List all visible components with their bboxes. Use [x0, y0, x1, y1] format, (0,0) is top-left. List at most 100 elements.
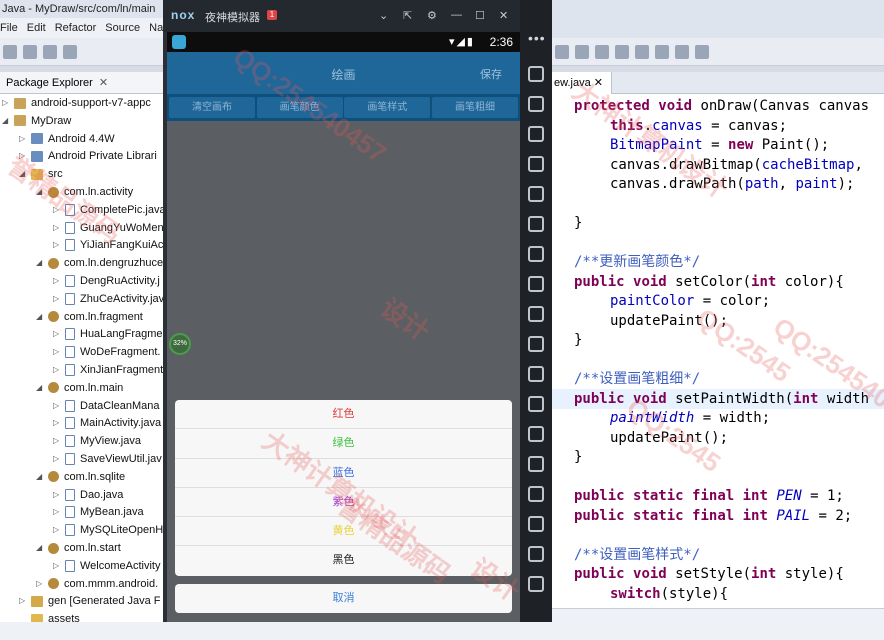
tree-item[interactable]: ▷ DengRuActivity.j: [53, 272, 160, 290]
close-icon[interactable]: ✕: [99, 77, 108, 89]
expand-toggle-icon[interactable]: ▷: [36, 575, 44, 593]
color-option[interactable]: 紫色: [175, 488, 512, 518]
expand-toggle-icon[interactable]: ▷: [19, 592, 27, 610]
expand-toggle-icon[interactable]: ▷: [53, 432, 61, 450]
package-explorer-tab[interactable]: Package Explorer ✕: [0, 72, 170, 94]
tree-item[interactable]: ▷ android-support-v7-appc: [2, 94, 151, 112]
tree-item[interactable]: ◢ com.ln.main: [36, 379, 123, 397]
maximize-icon[interactable]: ☐: [475, 9, 485, 22]
tree-item[interactable]: ▷ DataCleanMana: [53, 397, 160, 415]
close-icon[interactable]: ✕: [594, 77, 603, 89]
tree-item[interactable]: ▷ MySQLiteOpenH: [53, 521, 163, 539]
home-icon[interactable]: [528, 546, 544, 562]
tree-item[interactable]: ◢ MyDraw: [2, 112, 71, 130]
brush-style-button[interactable]: 画笔样式: [344, 97, 431, 118]
screen-icon[interactable]: [528, 66, 544, 82]
toolbox-icon[interactable]: [528, 426, 544, 442]
minimize-icon[interactable]: —: [451, 9, 462, 21]
scissors-icon[interactable]: [528, 126, 544, 142]
menu-item[interactable]: Na: [149, 22, 163, 34]
expand-toggle-icon[interactable]: ▷: [53, 272, 61, 290]
tree-item[interactable]: ▷ MyView.java: [53, 432, 141, 450]
expand-toggle-icon[interactable]: ◢: [36, 379, 44, 397]
camera-icon[interactable]: [528, 396, 544, 412]
expand-toggle-icon[interactable]: ▷: [53, 361, 61, 379]
toolbar-icon[interactable]: [595, 45, 609, 59]
more-icon[interactable]: •••: [528, 30, 546, 46]
volume-up-icon[interactable]: [528, 246, 544, 262]
tree-item[interactable]: ◢ com.ln.activity: [36, 183, 133, 201]
location-icon[interactable]: [528, 156, 544, 172]
tree-item[interactable]: ◢ com.ln.fragment: [36, 308, 143, 326]
expand-toggle-icon[interactable]: ▷: [53, 397, 61, 415]
gear-icon[interactable]: ⚙: [427, 9, 437, 22]
tree-item[interactable]: ▷ GuangYuWoMen: [53, 219, 164, 237]
expand-toggle-icon[interactable]: ◢: [36, 468, 44, 486]
back-icon[interactable]: [528, 516, 544, 532]
tree-item[interactable]: ▷ ZhuCeActivity.jav: [53, 290, 164, 308]
menu-item[interactable]: File: [0, 22, 18, 34]
print-icon[interactable]: [63, 45, 77, 59]
menu-item[interactable]: Edit: [27, 22, 46, 34]
expand-toggle-icon[interactable]: ◢: [36, 539, 44, 557]
expand-toggle-icon[interactable]: ▷: [53, 325, 61, 343]
expand-toggle-icon[interactable]: ▷: [53, 201, 61, 219]
tree-item[interactable]: ▷ XinJianFragment: [53, 361, 163, 379]
apk-icon[interactable]: [528, 306, 544, 322]
save-icon[interactable]: [23, 45, 37, 59]
volume-down-icon[interactable]: [528, 276, 544, 292]
tree-item[interactable]: ◢ com.ln.start: [36, 539, 121, 557]
keyboard-icon[interactable]: [528, 186, 544, 202]
tree-item[interactable]: ▷ Dao.java: [53, 486, 123, 504]
pin-icon[interactable]: ⇱: [403, 9, 412, 22]
tree-item[interactable]: ▷ WelcomeActivity: [53, 557, 160, 575]
close-icon[interactable]: ✕: [499, 9, 508, 22]
tree-item[interactable]: ▷ SaveViewUtil.jav: [53, 450, 162, 468]
robot-icon[interactable]: [528, 96, 544, 112]
tree-item[interactable]: ▷ com.mmm.android.: [36, 575, 158, 593]
color-option[interactable]: 黑色: [175, 546, 512, 575]
toolbar-icon[interactable]: [655, 45, 669, 59]
save-all-icon[interactable]: [43, 45, 57, 59]
expand-toggle-icon[interactable]: ◢: [36, 308, 44, 326]
editor-tab[interactable]: ew.java ✕: [552, 72, 612, 94]
expand-toggle-icon[interactable]: ▷: [53, 503, 61, 521]
toolbar-icon[interactable]: [555, 45, 569, 59]
expand-toggle-icon[interactable]: ▷: [53, 290, 61, 308]
chevron-down-icon[interactable]: ⌄: [379, 9, 388, 22]
new-icon[interactable]: [3, 45, 17, 59]
tree-item[interactable]: ◢ com.ln.sqlite: [36, 468, 125, 486]
expand-toggle-icon[interactable]: ▷: [53, 414, 61, 432]
tree-item[interactable]: ▷ HuaLangFragme: [53, 325, 163, 343]
cancel-button[interactable]: 取消: [175, 584, 512, 613]
expand-toggle-icon[interactable]: ▷: [19, 147, 27, 165]
brush-color-button[interactable]: 画笔颜色: [256, 97, 343, 118]
code-editor[interactable]: protected void onDraw(Canvas canvas this.…: [552, 94, 884, 608]
shake-icon[interactable]: [528, 336, 544, 352]
color-option[interactable]: 红色: [175, 400, 512, 430]
toolbar-icon[interactable]: [635, 45, 649, 59]
color-option[interactable]: 黄色: [175, 517, 512, 547]
tree-item[interactable]: ▷ MainActivity.java: [53, 414, 161, 432]
expand-toggle-icon[interactable]: ▷: [53, 557, 61, 575]
save-button[interactable]: 保存: [480, 66, 502, 82]
tree-item[interactable]: ▷ YiJianFangKuiAct: [53, 236, 166, 254]
brush-width-button[interactable]: 画笔粗细: [431, 97, 518, 118]
multi-icon[interactable]: [528, 366, 544, 382]
expand-toggle-icon[interactable]: ▷: [53, 236, 61, 254]
color-option[interactable]: 蓝色: [175, 459, 512, 488]
expand-toggle-icon[interactable]: ▷: [53, 343, 61, 361]
toolbar-icon[interactable]: [575, 45, 589, 59]
expand-toggle-icon[interactable]: ◢: [19, 165, 27, 183]
expand-toggle-icon[interactable]: ◢: [36, 254, 44, 272]
expand-toggle-icon[interactable]: ▷: [2, 94, 10, 112]
expand-toggle-icon[interactable]: ▷: [53, 219, 61, 237]
tree-item[interactable]: ▷ Android 4.4W: [19, 130, 115, 148]
expand-toggle-icon[interactable]: ▷: [53, 521, 61, 539]
expand-toggle-icon[interactable]: ▷: [19, 130, 27, 148]
add-icon[interactable]: [528, 486, 544, 502]
tree-item[interactable]: ▷ MyBean.java: [53, 503, 144, 521]
tree-item[interactable]: ◢ src: [19, 165, 63, 183]
tree-item[interactable]: ▷ Android Private Librari: [19, 147, 157, 165]
expand-toggle-icon[interactable]: ▷: [53, 450, 61, 468]
